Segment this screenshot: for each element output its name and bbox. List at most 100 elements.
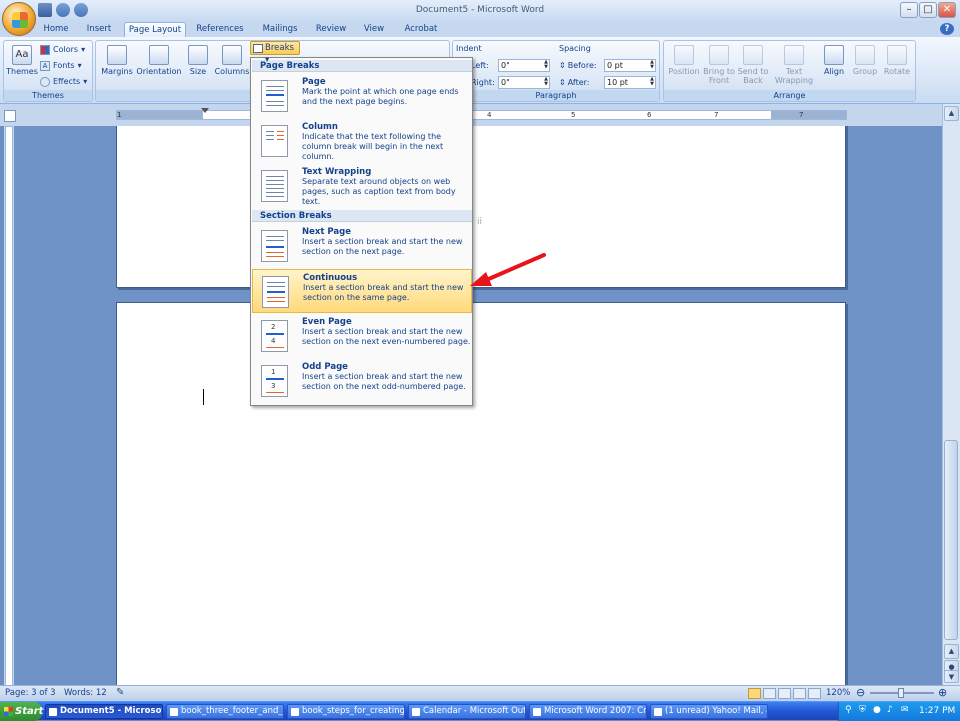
outline-view-icon[interactable]	[793, 688, 806, 699]
taskbar-item-footer[interactable]: book_three_footer_and_...	[166, 704, 284, 719]
tab-references[interactable]: References	[192, 22, 248, 37]
menu-item-column-break[interactable]: Column Indicate that the text following …	[252, 119, 472, 163]
tab-view[interactable]: View	[358, 22, 390, 37]
proofing-icon[interactable]: ✎	[116, 687, 128, 699]
chevron-down-icon: ▾	[83, 77, 88, 86]
rotate-label: Rotate	[883, 67, 911, 76]
update-icon[interactable]: ✉	[901, 705, 909, 715]
office-button[interactable]	[2, 2, 36, 36]
taskbar-item-steps[interactable]: book_steps_for_creating...	[287, 704, 405, 719]
menu-item-text-wrapping[interactable]: Text Wrapping Separate text around objec…	[252, 164, 472, 208]
vertical-ruler[interactable]	[4, 126, 14, 686]
text-wrapping-button[interactable]: Text Wrapping	[770, 45, 818, 85]
zoom-out-icon[interactable]: ⊖	[856, 686, 865, 699]
chevron-down-icon: ▾	[77, 61, 82, 70]
taskbar-item-calendar[interactable]: Calendar - Microsoft Outl...	[408, 704, 526, 719]
spacing-after-field[interactable]: 10 pt ▲ ▼	[604, 76, 656, 89]
align-button[interactable]: Align	[819, 45, 849, 76]
bring-to-label: Bring to	[703, 67, 735, 76]
ruler-number: 4	[487, 111, 492, 119]
word-count-status[interactable]: Words: 12	[64, 688, 107, 698]
ruler-number: 1	[117, 111, 122, 119]
rotate-button[interactable]: Rotate	[881, 45, 913, 76]
tab-insert[interactable]: Insert	[80, 22, 118, 37]
windows-taskbar: Start Document5 - Microsof... book_three…	[0, 701, 960, 721]
zoom-slider-thumb[interactable]	[898, 688, 904, 698]
draft-view-icon[interactable]	[808, 688, 821, 699]
ruler-number: 7	[799, 111, 804, 119]
menu-item-odd-page[interactable]: 13 Odd Page Insert a section break and s…	[252, 359, 472, 403]
themes-button[interactable]: Aa Themes	[6, 45, 38, 76]
menu-item-next-page[interactable]: Next Page Insert a section break and sta…	[252, 224, 472, 268]
clock[interactable]: 1:27 PM	[919, 706, 955, 716]
indent-left-field[interactable]: 0" ▲ ▼	[498, 59, 550, 72]
close-button[interactable]: ✕	[938, 2, 956, 18]
fonts-icon: A	[40, 60, 50, 71]
fonts-button[interactable]: A Fonts ▾	[40, 60, 82, 71]
send-to-back-button[interactable]: Send to Back	[736, 45, 770, 85]
spacing-before-field[interactable]: 0 pt ▲ ▼	[604, 59, 656, 72]
network-icon[interactable]: ⚲	[845, 705, 852, 715]
red-arrow-annotation	[470, 253, 546, 286]
maximize-button[interactable]: □	[919, 2, 937, 18]
horizontal-ruler[interactable]: 1 4 5 6 7 7	[116, 108, 847, 120]
taskbar-item-word-doc[interactable]: Document5 - Microsof...	[45, 704, 163, 719]
effects-button[interactable]: Effects ▾	[40, 76, 87, 87]
tab-page-layout[interactable]: Page Layout	[124, 22, 186, 37]
breaks-button[interactable]: Breaks ▾	[250, 41, 300, 65]
colors-label: Colors	[53, 45, 79, 54]
menu-item-description: Mark the point at which one page ends an…	[302, 87, 459, 106]
margins-button[interactable]: Margins	[99, 45, 135, 76]
scroll-down-icon[interactable]: ▼	[944, 670, 959, 683]
spinner-icon[interactable]: ▲ ▼	[544, 77, 548, 87]
bring-to-front-button[interactable]: Bring to Front	[702, 45, 736, 85]
tab-home[interactable]: Home	[38, 22, 74, 37]
spinner-icon[interactable]: ▲ ▼	[544, 60, 548, 70]
start-button[interactable]: Start	[0, 702, 43, 721]
taskbar-item-word-2007[interactable]: Microsoft Word 2007: Cre...	[529, 704, 647, 719]
zoom-in-icon[interactable]: ⊕	[938, 686, 947, 699]
taskbar-item-yahoo-mail[interactable]: (1 unread) Yahoo! Mail, a...	[650, 704, 768, 719]
spinner-icon[interactable]: ▲ ▼	[650, 60, 654, 70]
tab-acrobat[interactable]: Acrobat	[398, 22, 444, 37]
windows-flag-icon	[4, 707, 13, 716]
orientation-button[interactable]: Orientation	[136, 45, 182, 76]
odd-page-number: 3	[271, 382, 276, 390]
tab-mailings[interactable]: Mailings	[256, 22, 304, 37]
volume-icon[interactable]: ♪	[887, 705, 893, 715]
tab-selector-icon[interactable]	[4, 110, 16, 122]
menu-item-page-break[interactable]: Page Mark the point at which one page en…	[252, 74, 472, 118]
paragraph-group-label: Paragraph	[453, 90, 659, 101]
document-page-3[interactable]	[116, 302, 846, 685]
help-icon[interactable]: ?	[940, 23, 954, 35]
security-icon[interactable]: ⛨	[859, 705, 866, 715]
position-label: Position	[668, 67, 700, 76]
menu-item-even-page[interactable]: 24 Even Page Insert a section break and …	[252, 314, 472, 358]
scroll-up-icon[interactable]: ▲	[944, 106, 959, 121]
tab-review[interactable]: Review	[312, 22, 350, 37]
full-screen-reading-icon[interactable]	[763, 688, 776, 699]
ruler-number: 6	[647, 111, 652, 119]
columns-button[interactable]: Columns	[213, 45, 251, 76]
indent-right-field[interactable]: 0" ▲ ▼	[498, 76, 550, 89]
spacing-after-label: After:	[567, 78, 590, 87]
scroll-thumb[interactable]	[944, 440, 958, 640]
spinner-icon[interactable]: ▲ ▼	[650, 77, 654, 87]
size-button[interactable]: Size	[184, 45, 212, 76]
first-line-indent-icon[interactable]	[201, 108, 209, 113]
print-layout-view-icon[interactable]	[748, 688, 761, 699]
colors-button[interactable]: Colors ▾	[40, 44, 85, 55]
page-count-status[interactable]: Page: 3 of 3	[5, 688, 56, 698]
menu-item-title: Even Page	[302, 317, 352, 327]
zoom-level[interactable]: 120%	[826, 688, 850, 698]
minimize-button[interactable]: –	[900, 2, 918, 18]
scroll-up-page-icon[interactable]: ▲	[944, 644, 959, 659]
web-layout-icon[interactable]	[778, 688, 791, 699]
word-icon	[49, 708, 57, 716]
office-logo-icon	[12, 12, 28, 28]
menu-item-continuous[interactable]: Continuous Insert a section break and st…	[252, 269, 472, 313]
group-button[interactable]: Group	[850, 45, 880, 76]
antivirus-icon[interactable]: ●	[873, 705, 881, 715]
position-button[interactable]: Position	[666, 45, 702, 76]
chevron-down-icon: ▾	[81, 45, 86, 54]
